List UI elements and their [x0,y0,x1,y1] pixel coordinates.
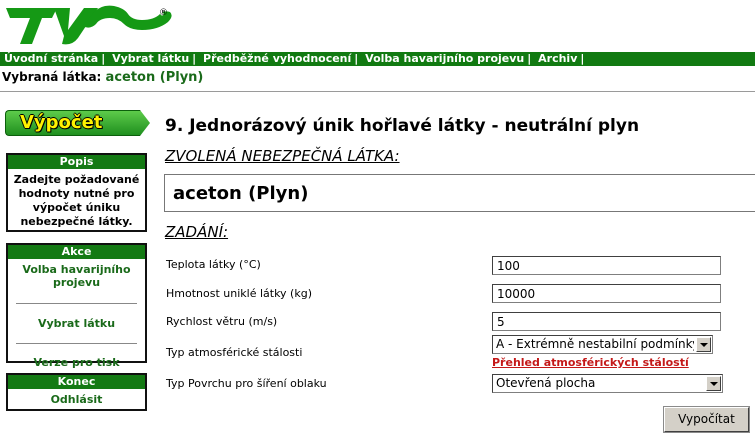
surface-label: Typ Povrchu pro šíření oblaku [166,377,327,390]
chevron-down-icon[interactable] [696,337,711,352]
popis-text: Zadejte požadované hodnoty nutné pro výp… [13,173,140,228]
vypocet-badge-label: Výpočet [20,112,103,133]
popis-header: Popis [8,155,145,169]
substance-heading: ZVOLENÁ NEBEZPEČNÁ LÁTKA: [165,147,400,165]
akce-link-vybrat-latku[interactable]: Vybrat látku [8,317,145,330]
top-navigation-bar: Úvodní stránka | Vybrat látku | Předběžné … [0,52,755,66]
surface-select[interactable]: Otevřená plocha [492,374,723,393]
input-heading: ZADÁNÍ: [165,223,229,241]
akce-box: Akce Volba havarijního projevu Vybrat lá… [6,243,147,369]
selected-substance-line: Vybraná látka: aceton (Plyn) [2,68,203,86]
nav-archiv[interactable]: Archiv [538,52,577,65]
nav-predbezne-vyhodnoceni[interactable]: Předběžné vyhodnocení [203,52,351,65]
calculate-button[interactable]: Vypočítat [663,406,750,433]
temperature-label: Teplota látky (°C) [166,258,261,271]
logout-link[interactable]: Odhlásit [8,393,145,406]
surface-selected-value: Otevřená plocha [496,376,596,390]
nav-uvodni-stranka[interactable]: Úvodní stránka [4,52,98,65]
nav-vybrat-latku[interactable]: Vybrat látku [112,52,189,65]
stability-label: Typ atmosférické stálosti [166,346,303,359]
wind-speed-input[interactable] [492,312,721,331]
temperature-input[interactable] [492,256,721,275]
selected-substance-label: Vybraná látka: [2,70,102,84]
konec-box: Konec Odhlásit [6,373,147,411]
mass-input[interactable] [492,284,721,303]
wind-speed-label: Rychlost větru (m/s) [166,315,278,328]
akce-divider [16,343,137,344]
popis-box: Popis Zadejte požadované hodnoty nutné p… [6,153,147,232]
page-title: 9. Jednorázový únik hořlavé látky - neut… [165,116,640,136]
chevron-down-icon[interactable] [706,376,721,391]
substance-display-box: aceton (Plyn) [164,174,755,212]
nav-volba-havarijniho-projevu[interactable]: Volba havarijního projevu [365,52,524,65]
akce-link-verze-pro-tisk[interactable]: Verze pro tisk [8,356,145,369]
selected-substance-value: aceton (Plyn) [105,70,204,85]
akce-divider [16,303,137,304]
header-divider [0,91,755,92]
registered-mark: ® [159,8,168,18]
substance-name: aceton (Plyn) [173,183,309,204]
stability-select[interactable]: A - Extrémně nestabilní podmínky [492,335,713,354]
konec-header: Konec [8,375,145,389]
akce-header: Akce [8,245,145,259]
mass-label: Hmotnost uniklé látky (kg) [166,287,312,300]
stability-selected-value: A - Extrémně nestabilní podmínky [496,337,694,351]
lizard-logo-icon: ® [2,0,177,48]
vypocet-badge: Výpočet [5,110,150,136]
stability-overview-link[interactable]: Přehled atmosférických stálostí [492,356,689,369]
akce-link-volba-havarijniho-projevu[interactable]: Volba havarijního projevu [8,263,145,290]
